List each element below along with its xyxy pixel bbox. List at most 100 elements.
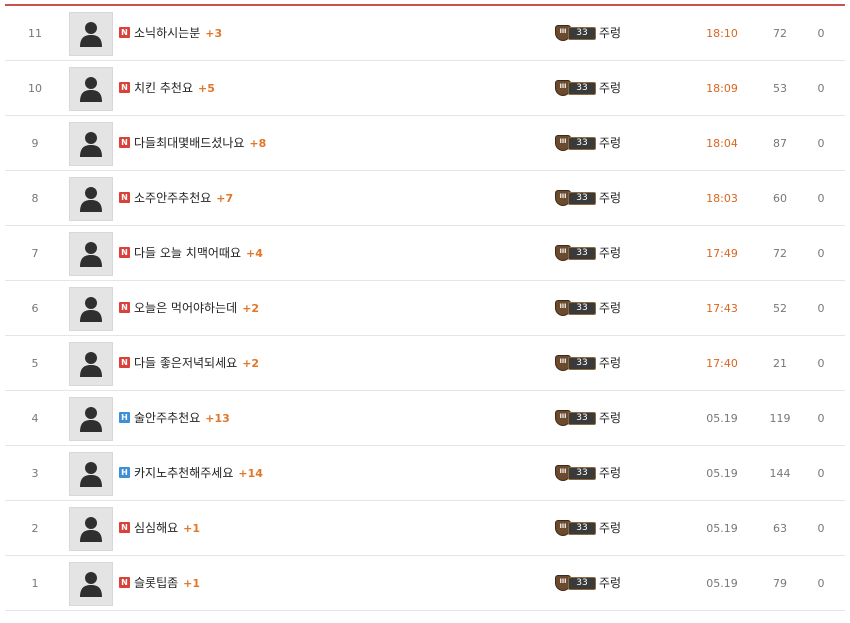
post-title-link[interactable]: N 소닉하시는분 +3 — [119, 6, 222, 61]
level-badge: III 33 — [555, 409, 597, 426]
post-thumbnail[interactable] — [69, 397, 113, 441]
post-title[interactable]: 소닉하시는분 — [134, 26, 200, 40]
user-silhouette-icon — [80, 517, 102, 542]
view-count: 52 — [773, 302, 787, 315]
author-nickname[interactable]: 주렁 — [599, 411, 621, 425]
author-nickname[interactable]: 주렁 — [599, 576, 621, 590]
author-nickname[interactable]: 주렁 — [599, 521, 621, 535]
post-title-link[interactable]: N 오늘은 먹어야하는데 +2 — [119, 281, 259, 336]
post-author[interactable]: III 33 주렁 — [555, 6, 621, 61]
post-author[interactable]: III 33 주렁 — [555, 171, 621, 226]
post-row[interactable]: 2 N 심심해요 +1 III 33 주렁 05.19 63 0 — [5, 501, 845, 556]
like-count: 0 — [817, 357, 825, 370]
post-thumbnail[interactable] — [69, 452, 113, 496]
post-number: 1 — [31, 577, 39, 590]
post-title[interactable]: 다들최대몇배드셨나요 — [134, 136, 244, 150]
post-title[interactable]: 심심해요 — [134, 521, 178, 535]
post-title[interactable]: 슬롯팁좀 — [134, 576, 178, 590]
author-nickname[interactable]: 주렁 — [599, 136, 621, 150]
post-title[interactable]: 다들 좋은저녁되세요 — [134, 356, 237, 370]
post-author[interactable]: III 33 주렁 — [555, 446, 621, 501]
comment-count[interactable]: +14 — [238, 467, 263, 480]
comment-count[interactable]: +8 — [249, 137, 266, 150]
post-author[interactable]: III 33 주렁 — [555, 116, 621, 171]
author-nickname[interactable]: 주렁 — [599, 81, 621, 95]
post-badge: N — [119, 82, 130, 93]
post-title[interactable]: 술안주추천요 — [134, 411, 200, 425]
comment-count[interactable]: +5 — [198, 82, 215, 95]
post-row[interactable]: 10 N 치킨 추천요 +5 III 33 주렁 18:09 53 0 — [5, 61, 845, 116]
post-row[interactable]: 8 N 소주안주추천요 +7 III 33 주렁 18:03 60 0 — [5, 171, 845, 226]
comment-count[interactable]: +4 — [246, 247, 263, 260]
post-title-link[interactable]: N 다들 오늘 치맥어때요 +4 — [119, 226, 263, 281]
post-title-link[interactable]: N 치킨 추천요 +5 — [119, 61, 215, 116]
post-row[interactable]: 9 N 다들최대몇배드셨나요 +8 III 33 주렁 18:04 87 0 — [5, 116, 845, 171]
post-title-link[interactable]: H 술안주추천요 +13 — [119, 391, 230, 446]
post-badge: N — [119, 27, 130, 38]
post-title-link[interactable]: N 심심해요 +1 — [119, 501, 200, 556]
post-thumbnail[interactable] — [69, 342, 113, 386]
author-nickname[interactable]: 주렁 — [599, 26, 621, 40]
post-title-link[interactable]: N 소주안주추천요 +7 — [119, 171, 233, 226]
post-title[interactable]: 다들 오늘 치맥어때요 — [134, 246, 241, 260]
post-badge: N — [119, 137, 130, 148]
post-thumbnail[interactable] — [69, 232, 113, 276]
author-nickname[interactable]: 주렁 — [599, 466, 621, 480]
comment-count[interactable]: +2 — [242, 357, 259, 370]
post-row[interactable]: 6 N 오늘은 먹어야하는데 +2 III 33 주렁 17:43 52 0 — [5, 281, 845, 336]
author-nickname[interactable]: 주렁 — [599, 356, 621, 370]
post-thumbnail[interactable] — [69, 67, 113, 111]
post-author[interactable]: III 33 주렁 — [555, 226, 621, 281]
comment-count[interactable]: +1 — [183, 577, 200, 590]
author-nickname[interactable]: 주렁 — [599, 191, 621, 205]
post-author[interactable]: III 33 주렁 — [555, 61, 621, 116]
post-row[interactable]: 4 H 술안주추천요 +13 III 33 주렁 05.19 119 0 — [5, 391, 845, 446]
user-silhouette-icon — [80, 132, 102, 157]
post-thumbnail[interactable] — [69, 287, 113, 331]
post-author[interactable]: III 33 주렁 — [555, 281, 621, 336]
post-title[interactable]: 오늘은 먹어야하는데 — [134, 301, 237, 315]
post-author[interactable]: III 33 주렁 — [555, 556, 621, 611]
post-number: 11 — [28, 27, 42, 40]
view-count: 72 — [773, 247, 787, 260]
post-date: 18:09 — [706, 82, 738, 95]
post-date: 18:03 — [706, 192, 738, 205]
post-row[interactable]: 11 N 소닉하시는분 +3 III 33 주렁 18:10 72 0 — [5, 6, 845, 61]
post-number: 8 — [31, 192, 39, 205]
post-row[interactable]: 7 N 다들 오늘 치맥어때요 +4 III 33 주렁 17:49 72 0 — [5, 226, 845, 281]
comment-count[interactable]: +2 — [242, 302, 259, 315]
post-row[interactable]: 1 N 슬롯팁좀 +1 III 33 주렁 05.19 79 0 — [5, 556, 845, 611]
post-thumbnail[interactable] — [69, 122, 113, 166]
post-title[interactable]: 소주안주추천요 — [134, 191, 211, 205]
post-number: 10 — [28, 82, 42, 95]
post-title-link[interactable]: N 다들최대몇배드셨나요 +8 — [119, 116, 266, 171]
user-silhouette-icon — [80, 297, 102, 322]
post-title[interactable]: 카지노추천해주세요 — [134, 466, 233, 480]
user-silhouette-icon — [80, 352, 102, 377]
post-title-link[interactable]: N 슬롯팁좀 +1 — [119, 556, 200, 611]
post-row[interactable]: 3 H 카지노추천해주세요 +14 III 33 주렁 05.19 144 0 — [5, 446, 845, 501]
post-thumbnail[interactable] — [69, 12, 113, 56]
comment-count[interactable]: +7 — [216, 192, 233, 205]
post-thumbnail[interactable] — [69, 507, 113, 551]
post-title[interactable]: 치킨 추천요 — [134, 81, 193, 95]
author-nickname[interactable]: 주렁 — [599, 301, 621, 315]
like-count: 0 — [817, 192, 825, 205]
view-count: 79 — [773, 577, 787, 590]
level-badge: III 33 — [555, 464, 597, 481]
comment-count[interactable]: +3 — [205, 27, 222, 40]
post-title-link[interactable]: H 카지노추천해주세요 +14 — [119, 446, 263, 501]
post-author[interactable]: III 33 주렁 — [555, 336, 621, 391]
post-title-link[interactable]: N 다들 좋은저녁되세요 +2 — [119, 336, 259, 391]
comment-count[interactable]: +1 — [183, 522, 200, 535]
post-thumbnail[interactable] — [69, 562, 113, 606]
level-number: 33 — [568, 356, 596, 370]
post-date: 05.19 — [706, 412, 738, 425]
post-row[interactable]: 5 N 다들 좋은저녁되세요 +2 III 33 주렁 17:40 21 0 — [5, 336, 845, 391]
post-author[interactable]: III 33 주렁 — [555, 501, 621, 556]
comment-count[interactable]: +13 — [205, 412, 230, 425]
post-thumbnail[interactable] — [69, 177, 113, 221]
author-nickname[interactable]: 주렁 — [599, 246, 621, 260]
post-board: 11 N 소닉하시는분 +3 III 33 주렁 18:10 72 0 10 N… — [5, 4, 845, 611]
post-author[interactable]: III 33 주렁 — [555, 391, 621, 446]
